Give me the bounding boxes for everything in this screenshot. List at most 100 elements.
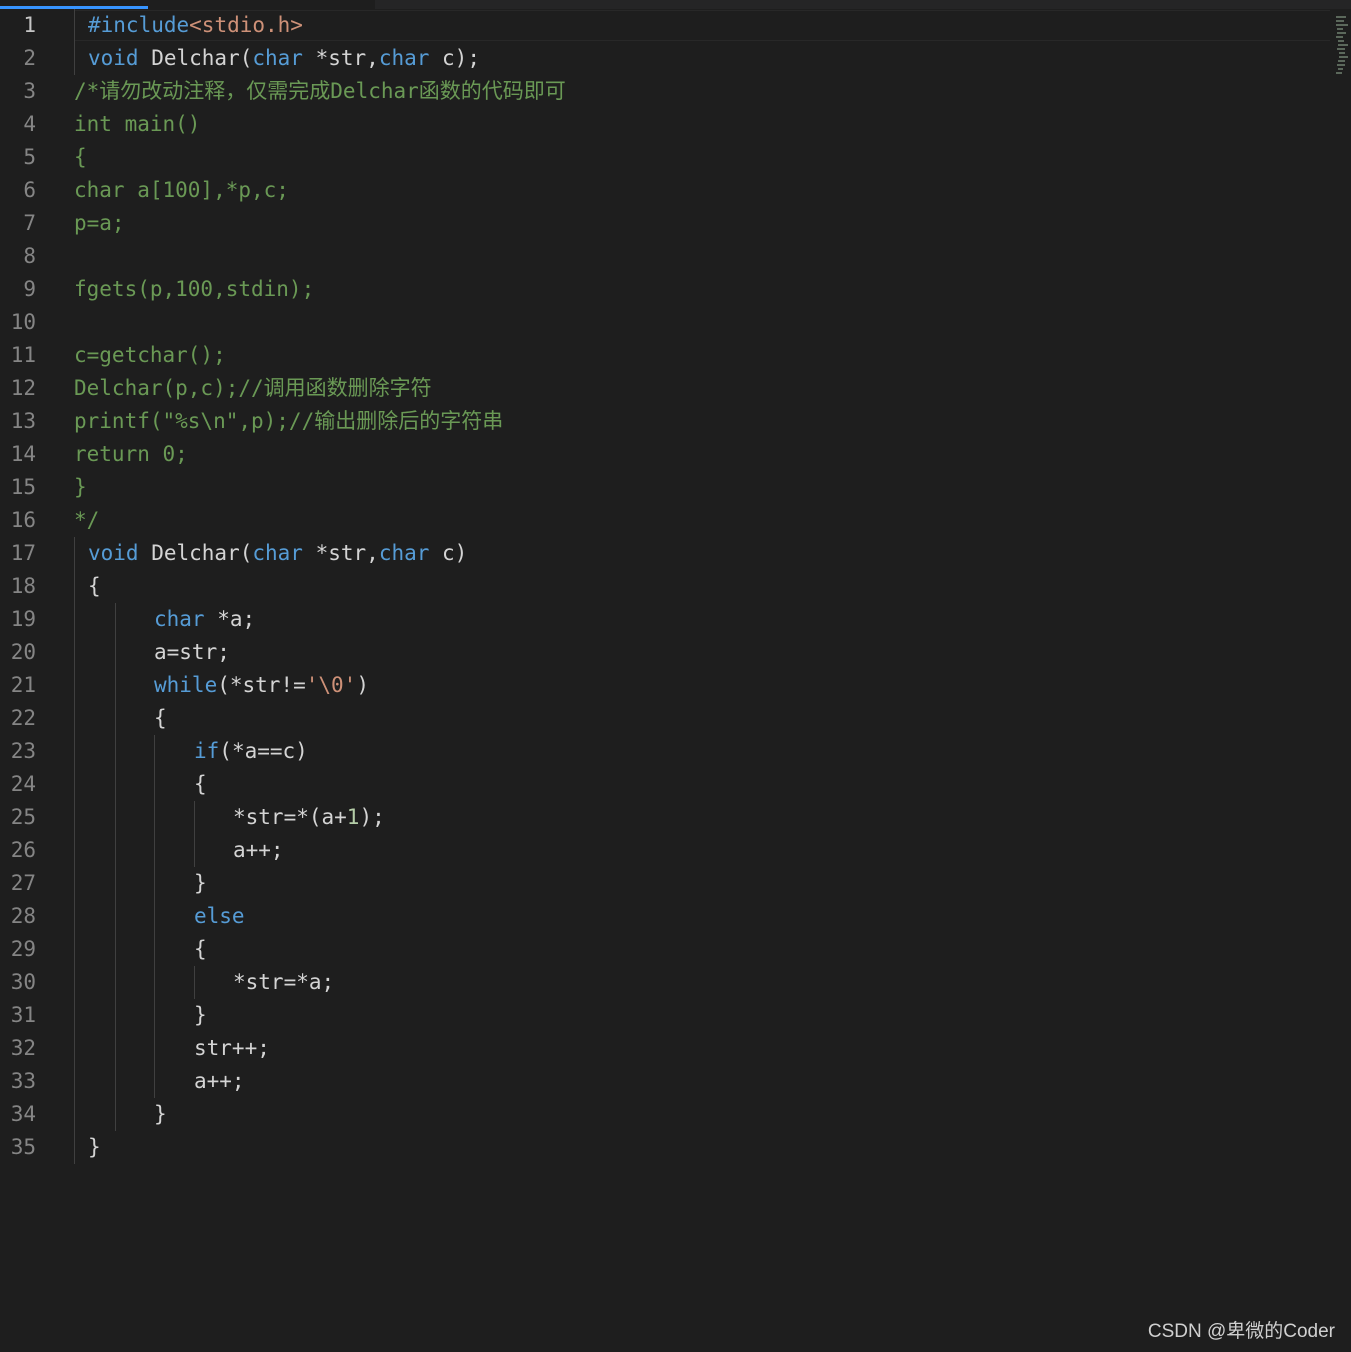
code-token: Delchar( bbox=[138, 46, 253, 70]
code-line[interactable]: { bbox=[88, 570, 101, 603]
minimap-line bbox=[1338, 40, 1344, 42]
minimap-line bbox=[1337, 48, 1345, 50]
code-line[interactable]: while(*str!='\0') bbox=[154, 669, 369, 702]
code-line[interactable]: char *a; bbox=[154, 603, 255, 636]
code-line[interactable]: { bbox=[74, 141, 87, 174]
code-line[interactable]: } bbox=[154, 1098, 167, 1131]
code-line[interactable]: if(*a==c) bbox=[194, 735, 308, 768]
keyword-token: char bbox=[252, 541, 303, 565]
line-number: 17 bbox=[10, 541, 36, 565]
code-line[interactable]: a++; bbox=[194, 1065, 245, 1098]
number-token: 1 bbox=[346, 805, 360, 829]
comment-token: */ bbox=[74, 508, 100, 532]
line-number: 13 bbox=[10, 409, 36, 433]
code-token: (*a==c) bbox=[219, 739, 308, 763]
keyword-token: while bbox=[154, 673, 218, 697]
line-number: 8 bbox=[23, 244, 36, 268]
code-token: *str, bbox=[302, 541, 379, 565]
keyword-token: #include bbox=[88, 13, 190, 37]
code-line[interactable]: str++; bbox=[194, 1032, 270, 1065]
line-number: 18 bbox=[10, 574, 36, 598]
code-line[interactable]: else bbox=[194, 900, 245, 933]
code-line[interactable]: c=getchar(); bbox=[74, 339, 226, 372]
indent-guide bbox=[194, 966, 195, 999]
code-token: { bbox=[88, 574, 101, 598]
line-number: 5 bbox=[23, 145, 36, 169]
line-number: 9 bbox=[23, 277, 36, 301]
line-number: 29 bbox=[10, 937, 36, 961]
line-number: 6 bbox=[23, 178, 36, 202]
code-line[interactable]: return 0; bbox=[74, 438, 188, 471]
code-line[interactable]: /*请勿改动注释，仅需完成Delchar函数的代码即可 bbox=[74, 75, 566, 108]
code-token: Delchar( bbox=[138, 541, 253, 565]
string-token: <stdio.h> bbox=[189, 13, 303, 37]
code-token: ); bbox=[359, 805, 385, 829]
minimap-line bbox=[1336, 72, 1342, 74]
line-number: 27 bbox=[10, 871, 36, 895]
comment-token: /*请勿改动注释，仅需完成Delchar函数的代码即可 bbox=[74, 79, 566, 103]
comment-token: printf("%s\n",p);//输出删除后的字符串 bbox=[74, 409, 504, 433]
code-line[interactable]: { bbox=[194, 768, 207, 801]
keyword-token: char bbox=[154, 607, 205, 631]
line-number: 25 bbox=[10, 805, 36, 829]
comment-token: fgets(p,100,stdin); bbox=[74, 277, 315, 301]
keyword-token: void bbox=[88, 541, 139, 565]
code-line[interactable]: a=str; bbox=[154, 636, 230, 669]
code-line[interactable]: Delchar(p,c);//调用函数删除字符 bbox=[74, 372, 432, 405]
tab-bar bbox=[0, 0, 1351, 9]
indent-guide bbox=[74, 537, 75, 1164]
indent-guide bbox=[74, 9, 75, 75]
minimap-line bbox=[1337, 28, 1343, 30]
line-number: 23 bbox=[10, 739, 36, 763]
keyword-token: void bbox=[88, 46, 139, 70]
code-line[interactable]: } bbox=[194, 867, 207, 900]
code-token: a++; bbox=[194, 1069, 245, 1093]
code-line[interactable]: #include<stdio.h> bbox=[88, 9, 303, 42]
code-line[interactable]: } bbox=[194, 999, 207, 1032]
comment-token: { bbox=[74, 145, 87, 169]
code-line[interactable]: } bbox=[88, 1131, 101, 1164]
code-token: } bbox=[194, 1003, 207, 1027]
comment-token: p=a; bbox=[74, 211, 125, 235]
line-number: 34 bbox=[10, 1102, 36, 1126]
line-number: 19 bbox=[10, 607, 36, 631]
code-token: (*str!= bbox=[217, 673, 306, 697]
line-number: 22 bbox=[10, 706, 36, 730]
comment-token: Delchar(p,c);//调用函数删除字符 bbox=[74, 376, 432, 400]
code-line[interactable]: fgets(p,100,stdin); bbox=[74, 273, 314, 306]
keyword-token: else bbox=[194, 904, 245, 928]
minimap[interactable] bbox=[1336, 8, 1351, 78]
code-line[interactable]: *str=*a; bbox=[233, 966, 334, 999]
line-number: 12 bbox=[10, 376, 36, 400]
code-line[interactable]: printf("%s\n",p);//输出删除后的字符串 bbox=[74, 405, 503, 438]
line-number: 2 bbox=[23, 46, 36, 70]
code-token: a=str; bbox=[154, 640, 230, 664]
code-token: str++; bbox=[194, 1036, 270, 1060]
minimap-line bbox=[1336, 24, 1348, 26]
line-number: 35 bbox=[10, 1135, 36, 1159]
code-line[interactable]: } bbox=[74, 471, 87, 504]
line-number: 16 bbox=[10, 508, 36, 532]
minimap-line bbox=[1336, 36, 1343, 38]
code-line[interactable]: { bbox=[154, 702, 167, 735]
code-line[interactable]: void Delchar(char *str,char c); bbox=[88, 42, 480, 75]
line-number: 24 bbox=[10, 772, 36, 796]
keyword-token: if bbox=[194, 739, 220, 763]
code-line[interactable]: */ bbox=[74, 504, 99, 537]
code-editor[interactable]: 1 2 3 4 5 6 7 8 9 10 11 12 13 14 15 16 17 18 19 20 21 22 23 24 2… bbox=[0, 0, 1351, 1352]
comment-token: int main() bbox=[74, 112, 201, 136]
minimap-line bbox=[1336, 20, 1344, 22]
comment-token: char a[100],*p,c; bbox=[74, 178, 289, 202]
code-token: { bbox=[194, 937, 207, 961]
code-token: } bbox=[88, 1135, 101, 1159]
watermark: CSDN @卑微的Coder bbox=[1147, 1321, 1335, 1342]
code-line[interactable]: int main() bbox=[74, 108, 200, 141]
code-line[interactable]: void Delchar(char *str,char c) bbox=[88, 537, 467, 570]
line-number: 33 bbox=[10, 1069, 36, 1093]
code-line[interactable]: { bbox=[194, 933, 207, 966]
code-line[interactable]: *str=*(a+1); bbox=[233, 801, 385, 834]
code-line[interactable]: a++; bbox=[233, 834, 284, 867]
line-number: 3 bbox=[23, 79, 36, 103]
code-line[interactable]: char a[100],*p,c; bbox=[74, 174, 289, 207]
code-line[interactable]: p=a; bbox=[74, 207, 125, 240]
